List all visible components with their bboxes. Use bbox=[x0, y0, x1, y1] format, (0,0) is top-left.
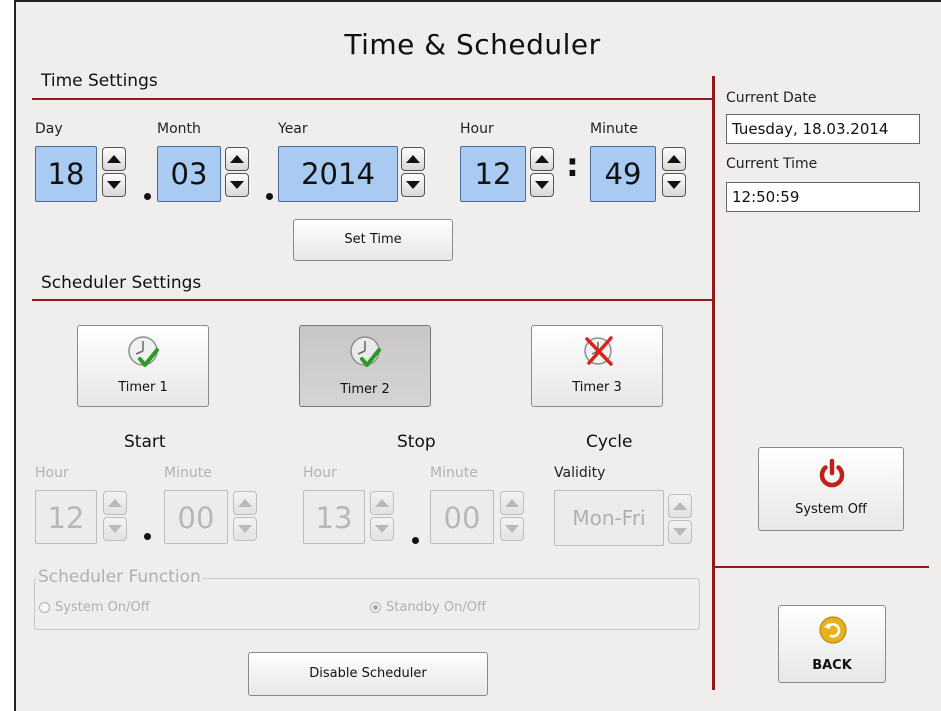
standby-onoff-radio[interactable]: Standby On/Off bbox=[370, 600, 486, 615]
stop-heading: Stop bbox=[397, 432, 436, 452]
start-hour-up-arrow-icon[interactable] bbox=[103, 491, 127, 515]
time-separator-dot bbox=[412, 537, 419, 544]
back-label: BACK bbox=[812, 658, 852, 673]
stop-hour-label: Hour bbox=[303, 465, 337, 481]
stop-minute-value[interactable]: 00 bbox=[430, 490, 494, 544]
minute-label: Minute bbox=[590, 121, 638, 137]
month-up-arrow-icon[interactable] bbox=[225, 147, 249, 171]
stop-minute-down-arrow-icon[interactable] bbox=[500, 517, 524, 541]
set-time-button[interactable]: Set Time bbox=[293, 219, 453, 261]
date-separator-dot bbox=[266, 193, 273, 200]
power-icon bbox=[819, 458, 845, 488]
time-settings-rule bbox=[32, 98, 713, 100]
start-minute-up-arrow-icon[interactable] bbox=[233, 491, 257, 515]
start-minute-spinner bbox=[233, 491, 257, 541]
start-minute-value[interactable]: 00 bbox=[164, 490, 228, 544]
year-spinner bbox=[401, 147, 425, 197]
year-value[interactable]: 2014 bbox=[278, 146, 398, 202]
year-up-arrow-icon[interactable] bbox=[401, 147, 425, 171]
clock-check-icon bbox=[350, 336, 381, 367]
system-off-label: System Off bbox=[795, 502, 867, 517]
window-frame: Time & Scheduler Time Settings Day Month… bbox=[14, 0, 941, 711]
timer-3-button[interactable]: Timer 3 bbox=[531, 325, 663, 407]
stop-hour-down-arrow-icon[interactable] bbox=[370, 517, 394, 541]
system-off-button[interactable]: System Off bbox=[758, 447, 904, 531]
hour-down-arrow-icon[interactable] bbox=[530, 173, 554, 197]
minute-value[interactable]: 49 bbox=[590, 146, 656, 202]
scheduler-settings-heading: Scheduler Settings bbox=[41, 273, 202, 293]
clock-check-icon bbox=[128, 336, 159, 367]
day-down-arrow-icon[interactable] bbox=[102, 173, 126, 197]
day-spinner bbox=[102, 147, 126, 197]
year-label: Year bbox=[278, 121, 308, 137]
day-value[interactable]: 18 bbox=[35, 146, 97, 202]
disable-scheduler-label: Disable Scheduler bbox=[309, 666, 427, 681]
side-divider bbox=[714, 566, 929, 568]
hour-label: Hour bbox=[460, 121, 494, 137]
minute-down-arrow-icon[interactable] bbox=[662, 173, 686, 197]
month-label: Month bbox=[157, 121, 201, 137]
timer-2-button[interactable]: Timer 2 bbox=[299, 325, 431, 407]
set-time-label: Set Time bbox=[344, 232, 402, 247]
standby-onoff-label: Standby On/Off bbox=[386, 600, 486, 615]
start-hour-down-arrow-icon[interactable] bbox=[103, 517, 127, 541]
validity-up-arrow-icon[interactable] bbox=[668, 494, 692, 518]
minute-up-arrow-icon[interactable] bbox=[662, 147, 686, 171]
start-minute-label: Minute bbox=[164, 465, 212, 481]
back-button[interactable]: BACK bbox=[778, 605, 886, 683]
disable-scheduler-button[interactable]: Disable Scheduler bbox=[248, 652, 488, 696]
day-up-arrow-icon[interactable] bbox=[102, 147, 126, 171]
timer-2-label: Timer 2 bbox=[340, 382, 390, 397]
start-hour-spinner bbox=[103, 491, 127, 541]
start-hour-label: Hour bbox=[35, 465, 69, 481]
date-separator-dot bbox=[144, 193, 151, 200]
cycle-heading: Cycle bbox=[586, 432, 633, 452]
month-value[interactable]: 03 bbox=[157, 146, 221, 202]
start-minute-down-arrow-icon[interactable] bbox=[233, 517, 257, 541]
stop-minute-spinner bbox=[500, 491, 524, 541]
scheduler-function-title: Scheduler Function bbox=[36, 567, 203, 587]
hour-value[interactable]: 12 bbox=[460, 146, 526, 202]
validity-down-arrow-icon[interactable] bbox=[668, 520, 692, 544]
timer-3-label: Timer 3 bbox=[572, 380, 622, 395]
time-separator-dot bbox=[144, 533, 151, 540]
current-date-field: Tuesday, 18.03.2014 bbox=[726, 114, 920, 144]
page-title: Time & Scheduler bbox=[344, 28, 601, 61]
scheduler-settings-rule bbox=[32, 299, 713, 301]
system-onoff-radio[interactable]: System On/Off bbox=[39, 600, 150, 615]
timer-1-label: Timer 1 bbox=[118, 380, 168, 395]
minute-spinner bbox=[662, 147, 686, 197]
stop-minute-label: Minute bbox=[430, 465, 478, 481]
radio-selected-icon bbox=[370, 602, 381, 613]
system-onoff-label: System On/Off bbox=[55, 600, 150, 615]
time-settings-heading: Time Settings bbox=[41, 71, 158, 91]
day-label: Day bbox=[35, 121, 63, 137]
validity-label: Validity bbox=[554, 465, 606, 481]
current-date-label: Current Date bbox=[726, 90, 817, 106]
validity-value[interactable]: Mon-Fri bbox=[554, 490, 664, 546]
current-time-field: 12:50:59 bbox=[726, 182, 920, 212]
validity-spinner bbox=[668, 494, 692, 544]
timer-1-button[interactable]: Timer 1 bbox=[77, 325, 209, 407]
start-heading: Start bbox=[124, 432, 166, 452]
clock-disabled-icon bbox=[584, 336, 613, 366]
back-arrow-icon bbox=[819, 616, 847, 644]
hour-up-arrow-icon[interactable] bbox=[530, 147, 554, 171]
hour-spinner bbox=[530, 147, 554, 197]
stop-hour-up-arrow-icon[interactable] bbox=[370, 491, 394, 515]
stop-hour-value[interactable]: 13 bbox=[303, 490, 365, 544]
current-time-label: Current Time bbox=[726, 156, 818, 172]
stop-minute-up-arrow-icon[interactable] bbox=[500, 491, 524, 515]
month-spinner bbox=[225, 147, 249, 197]
time-colon: : bbox=[566, 146, 579, 184]
year-down-arrow-icon[interactable] bbox=[401, 173, 425, 197]
radio-circle-icon bbox=[39, 602, 50, 613]
vertical-divider bbox=[712, 76, 715, 690]
month-down-arrow-icon[interactable] bbox=[225, 173, 249, 197]
stop-hour-spinner bbox=[370, 491, 394, 541]
start-hour-value[interactable]: 12 bbox=[35, 490, 97, 544]
